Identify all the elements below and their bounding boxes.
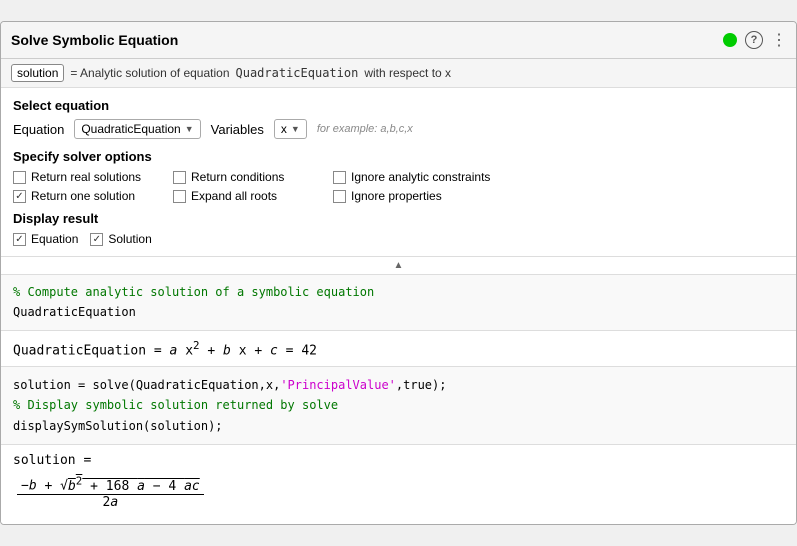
help-button[interactable]: ?: [745, 31, 763, 49]
solution-label: solution =: [13, 453, 784, 468]
equation-row: Equation QuadraticEquation ▼ Variables x…: [13, 119, 784, 139]
checkbox-ignore-props[interactable]: [333, 190, 346, 203]
checkbox-ignore-analytic[interactable]: [333, 171, 346, 184]
math-equation: QuadraticEquation = a x2 + b x + c = 42: [13, 339, 784, 358]
menu-button[interactable]: ⋮: [771, 30, 786, 50]
chevron-down-icon2: ▼: [291, 124, 300, 134]
option-return-real-label: Return real solutions: [31, 170, 141, 184]
checkbox-return-one[interactable]: [13, 190, 26, 203]
solution-fraction-container: −b + √b2 + 168 a − 4 ac 2a: [13, 474, 204, 509]
option-return-conditions-label: Return conditions: [191, 170, 284, 184]
code-comment-1: % Compute analytic solution of a symboli…: [13, 283, 784, 302]
solve-code-prefix: solution = solve(QuadraticEquation,x,: [13, 378, 280, 392]
checkbox-expand-roots[interactable]: [173, 190, 186, 203]
display-result-label: Display result: [13, 211, 784, 226]
option-disp-equation: Equation: [13, 232, 78, 246]
chevron-down-icon: ▼: [185, 124, 194, 134]
fraction: −b + √b2 + 168 a − 4 ac 2a: [17, 474, 204, 509]
title-bar-left: Solve Symbolic Equation: [11, 32, 178, 48]
option-disp-equation-label: Equation: [31, 232, 78, 246]
option-ignore-props: Ignore properties: [333, 189, 533, 203]
window-title: Solve Symbolic Equation: [11, 32, 178, 48]
title-bar-right: ? ⋮: [723, 30, 786, 50]
title-bar: Solve Symbolic Equation ? ⋮: [1, 22, 796, 59]
math-block: QuadraticEquation = a x2 + b x + c = 42: [1, 331, 796, 367]
code-block-1: % Compute analytic solution of a symboli…: [1, 275, 796, 330]
math-equation-text: QuadraticEquation = a x2 + b x + c = 42: [13, 339, 317, 358]
code-line-1: QuadraticEquation: [13, 303, 784, 322]
solution-fraction: −b + √b2 + 168 a − 4 ac 2a: [13, 474, 784, 509]
solution-section: solution = −b + √b2 + 168 a − 4 ac 2a: [1, 445, 796, 523]
equation-dropdown[interactable]: QuadraticEquation ▼: [74, 119, 200, 139]
main-window: Solve Symbolic Equation ? ⋮ solution = A…: [0, 21, 797, 524]
option-ignore-analytic-label: Ignore analytic constraints: [351, 170, 490, 184]
option-disp-solution: Solution: [90, 232, 151, 246]
status-dot: [723, 33, 737, 47]
equation-label: Equation: [13, 122, 64, 137]
solve-line-1: solution = solve(QuadraticEquation,x,'Pr…: [13, 375, 784, 395]
collapse-arrow[interactable]: ▲: [1, 257, 796, 275]
display-result-section: Display result Equation Solution: [13, 211, 784, 246]
checkbox-disp-equation[interactable]: [13, 233, 26, 246]
option-return-real: Return real solutions: [13, 170, 173, 184]
checkbox-return-conditions[interactable]: [173, 171, 186, 184]
content-area: Select equation Equation QuadraticEquati…: [1, 88, 796, 257]
subtitle-bar: solution = Analytic solution of equation…: [1, 59, 796, 88]
solution-badge: solution: [11, 64, 64, 82]
equation-dropdown-value: QuadraticEquation: [81, 122, 180, 136]
option-ignore-analytic: Ignore analytic constraints: [333, 170, 533, 184]
display-row: Equation Solution: [13, 232, 784, 246]
checkbox-disp-solution[interactable]: [90, 233, 103, 246]
option-return-one-label: Return one solution: [31, 189, 135, 203]
option-disp-solution-label: Solution: [108, 232, 151, 246]
solve-string-val: 'PrincipalValue': [280, 378, 396, 392]
example-text: for example: a,b,c,x: [317, 123, 413, 135]
fraction-numerator: −b + √b2 + 168 a − 4 ac: [17, 474, 204, 494]
solve-comment: % Display symbolic solution returned by …: [13, 395, 784, 415]
fraction-denominator: 2a: [99, 495, 123, 510]
subtitle-text: = Analytic solution of equation: [70, 66, 229, 80]
checkbox-return-real[interactable]: [13, 171, 26, 184]
select-equation-label: Select equation: [13, 98, 784, 113]
solver-options: Specify solver options Return real solut…: [13, 149, 784, 203]
option-expand-roots: Expand all roots: [173, 189, 333, 203]
solve-line-2: displaySymSolution(solution);: [13, 416, 784, 436]
solve-section: solution = solve(QuadraticEquation,x,'Pr…: [1, 367, 796, 445]
variables-label: Variables: [211, 122, 264, 137]
option-ignore-props-label: Ignore properties: [351, 189, 442, 203]
option-return-one: Return one solution: [13, 189, 173, 203]
subtitle-text2: with respect to x: [364, 66, 451, 80]
variables-dropdown[interactable]: x ▼: [274, 119, 307, 139]
subtitle-code: QuadraticEquation: [236, 66, 359, 80]
solve-code-suffix: ,true);: [396, 378, 447, 392]
options-grid: Return real solutions Return conditions …: [13, 170, 784, 203]
solver-options-label: Specify solver options: [13, 149, 784, 164]
option-expand-roots-label: Expand all roots: [191, 189, 277, 203]
variables-dropdown-value: x: [281, 122, 287, 136]
option-return-conditions: Return conditions: [173, 170, 333, 184]
